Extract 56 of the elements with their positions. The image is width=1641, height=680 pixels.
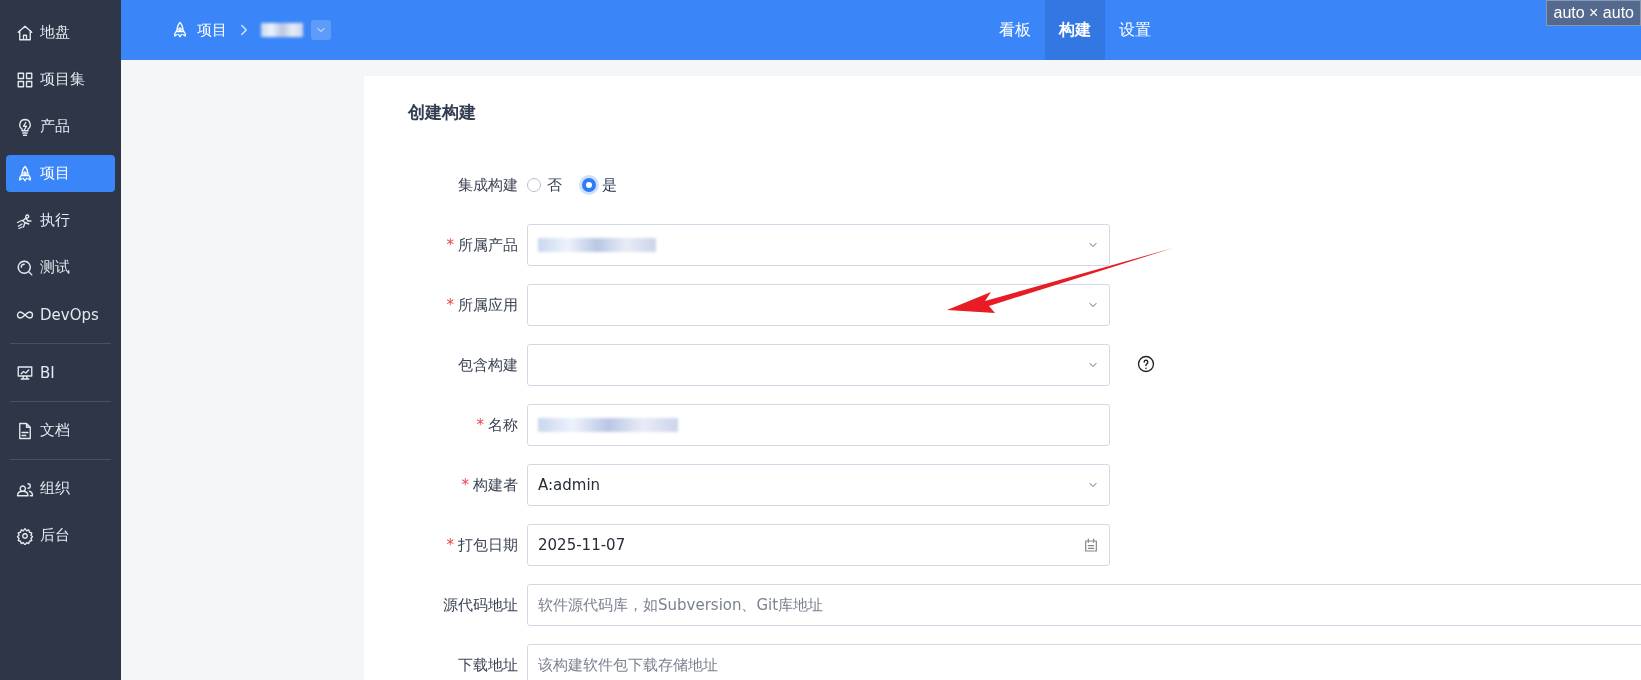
radio-button[interactable] (582, 178, 596, 192)
radio-option[interactable]: 是 (582, 175, 617, 195)
select-field[interactable] (527, 344, 1110, 386)
required-mark: * (461, 475, 469, 495)
help-icon[interactable] (1137, 354, 1155, 373)
field-label: 下载地址 (458, 655, 518, 675)
rocket-icon (16, 164, 34, 183)
required-mark: * (446, 235, 454, 255)
field-label: 所属应用 (458, 295, 518, 315)
field-label: 所属产品 (458, 235, 518, 255)
search-icon (16, 258, 34, 277)
radio-button[interactable] (527, 178, 541, 192)
sidebar-item[interactable]: BI (6, 354, 115, 391)
input-field[interactable]: 软件源代码库，如Subversion、Git库地址 (527, 584, 1641, 626)
required-mark: * (476, 415, 484, 435)
select-field[interactable] (527, 284, 1110, 326)
sidebar-item[interactable]: 产品 (6, 108, 115, 145)
sidebar-item[interactable]: 文档 (6, 412, 115, 449)
document-icon (16, 421, 34, 440)
field-label: 集成构建 (458, 175, 518, 195)
grid-icon (16, 70, 34, 89)
form-title: 创建构建 (408, 101, 477, 124)
sidebar-item[interactable]: 测试 (6, 249, 115, 286)
radio-option[interactable]: 否 (527, 175, 562, 195)
sidebar-item[interactable]: 组织 (6, 470, 115, 507)
sidebar-item[interactable]: DevOps (6, 296, 115, 333)
settings-icon (16, 526, 34, 545)
select-field[interactable] (527, 224, 1110, 266)
sidebar-item[interactable]: 项目 (6, 155, 115, 192)
chart-board-icon (16, 363, 34, 382)
required-mark: * (446, 295, 454, 315)
home-icon (16, 23, 34, 42)
input-field[interactable] (527, 404, 1110, 446)
field-label: 名称 (488, 415, 518, 435)
rocket-icon (171, 21, 189, 39)
field-label: 包含构建 (458, 355, 518, 375)
nav-tab[interactable]: 设置 (1105, 0, 1165, 60)
date-field[interactable]: 2025-11-07 (527, 524, 1110, 566)
size-tooltip: auto × auto (1546, 0, 1641, 26)
sidebar-item[interactable]: 项目集 (6, 61, 115, 98)
sidebar-item[interactable]: 执行 (6, 202, 115, 239)
nav-tab[interactable]: 构建 (1045, 0, 1105, 60)
breadcrumb-link[interactable]: 项目 (197, 20, 227, 40)
nav-tab[interactable]: 看板 (985, 0, 1045, 60)
select-field[interactable]: A:admin (527, 464, 1110, 506)
sidebar-item[interactable]: 后台 (6, 517, 115, 554)
field-label: 构建者 (473, 475, 518, 495)
field-label: 源代码地址 (443, 595, 518, 615)
dropdown-button[interactable] (311, 20, 331, 40)
sidebar-item[interactable]: 地盘 (6, 14, 115, 51)
calendar-icon (1083, 537, 1099, 553)
lightbulb-icon (16, 117, 34, 136)
input-field[interactable]: 该构建软件包下载存储地址 (527, 644, 1641, 680)
field-label: 打包日期 (458, 535, 518, 555)
required-mark: * (446, 535, 454, 555)
running-figure-icon (16, 211, 34, 230)
